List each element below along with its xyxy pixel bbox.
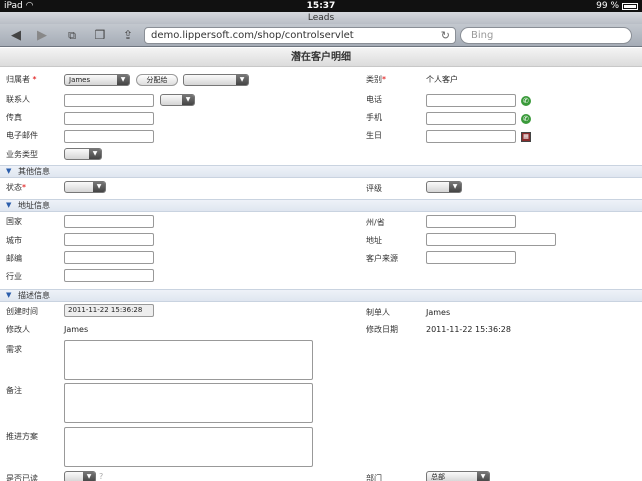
owner-label: 归属者 *: [6, 75, 37, 84]
clock: 15:37: [306, 1, 336, 11]
country-input[interactable]: [64, 215, 154, 228]
state-label: 州/省: [366, 218, 385, 227]
share-icon[interactable]: ⇪: [118, 27, 138, 44]
source-label: 客户来源: [366, 254, 398, 263]
tabs-icon[interactable]: ⧉: [62, 27, 82, 44]
section-other-info[interactable]: ▼ 其他信息: [0, 165, 642, 178]
plan-textarea[interactable]: [64, 427, 313, 467]
owner-select[interactable]: James ▼: [64, 74, 130, 86]
back-icon[interactable]: ◀: [6, 27, 26, 44]
industry-label: 行业: [6, 272, 22, 281]
chevron-down-icon: ▼: [236, 75, 248, 85]
mobile-label: 手机: [366, 113, 382, 122]
chevron-down-icon: ▼: [6, 201, 12, 209]
state-input[interactable]: [426, 215, 516, 228]
read-label: 是否已读: [6, 474, 38, 481]
section-address-info[interactable]: ▼ 地址信息: [0, 199, 642, 212]
city-input[interactable]: [64, 233, 154, 246]
chevron-down-icon: ▼: [6, 291, 12, 299]
help-icon[interactable]: ?: [99, 472, 103, 481]
address-input[interactable]: [426, 233, 556, 246]
rating-label: 评级: [366, 184, 382, 193]
dept-label: 部门: [366, 474, 382, 481]
modified-value: 2011-11-22 15:36:28: [426, 325, 511, 334]
contact-select[interactable]: ▼: [160, 94, 195, 106]
contact-label: 联系人: [6, 95, 30, 104]
contact-input[interactable]: [64, 94, 154, 107]
address-label: 地址: [366, 236, 382, 245]
phone-icon[interactable]: ✆: [521, 114, 531, 124]
created-input: 2011-11-22 15:36:28: [64, 304, 154, 317]
notes-label: 备注: [6, 386, 22, 395]
country-label: 国家: [6, 217, 22, 226]
lead-detail-form: 归属者 * James ▼ 分配给 ▼ 类别* 个人客户 联系人 ▼ 电话 ✆ 传…: [0, 67, 642, 481]
section-description[interactable]: ▼ 描述信息: [0, 289, 642, 302]
chevron-down-icon: ▼: [83, 472, 95, 481]
forward-icon[interactable]: ▶: [32, 27, 52, 44]
chevron-down-icon: ▼: [89, 149, 101, 159]
chevron-down-icon: ▼: [6, 167, 12, 175]
phone-icon[interactable]: ✆: [521, 96, 531, 106]
reload-icon[interactable]: ↻: [441, 28, 450, 43]
birthday-input[interactable]: [426, 130, 516, 143]
phone-input[interactable]: [426, 94, 516, 107]
birthday-label: 生日: [366, 131, 382, 140]
category-label: 类别*: [366, 75, 386, 84]
browser-title: Leads: [0, 12, 642, 24]
chevron-down-icon: ▼: [182, 95, 194, 105]
business-type-select[interactable]: ▼: [64, 148, 102, 160]
status-select[interactable]: ▼: [64, 181, 106, 193]
browser-toolbar: ◀ ▶ ⧉ ❒ ⇪ demo.lippersoft.com/shop/contr…: [0, 24, 642, 47]
page-title: 潜在客户明细: [0, 48, 642, 67]
created-label: 创建时间: [6, 307, 38, 316]
zip-label: 邮编: [6, 254, 22, 263]
zip-input[interactable]: [64, 251, 154, 264]
read-select[interactable]: ▼: [64, 471, 96, 481]
search-input[interactable]: Bing: [460, 27, 632, 44]
chevron-down-icon: ▼: [93, 182, 105, 192]
assign-button[interactable]: 分配给: [136, 74, 178, 86]
calendar-icon[interactable]: ▦: [521, 132, 531, 142]
plan-label: 推进方案: [6, 432, 38, 441]
email-label: 电子邮件: [6, 131, 38, 140]
mobile-input[interactable]: [426, 112, 516, 125]
fax-input[interactable]: [64, 112, 154, 125]
status-bar: iPad ◠ 15:37 99 %: [0, 0, 642, 12]
battery-icon: [622, 2, 638, 10]
creator-value: James: [426, 308, 451, 317]
chevron-down-icon: ▼: [117, 75, 129, 85]
fax-label: 传真: [6, 113, 22, 122]
status-label: 状态*: [6, 183, 26, 192]
chevron-down-icon: ▼: [477, 472, 489, 481]
assign-select[interactable]: ▼: [183, 74, 249, 86]
creator-label: 制单人: [366, 308, 390, 317]
rating-select[interactable]: ▼: [426, 181, 462, 193]
dept-select[interactable]: 总部 ▼: [426, 471, 490, 481]
city-label: 城市: [6, 236, 22, 245]
needs-textarea[interactable]: [64, 340, 313, 380]
url-field[interactable]: demo.lippersoft.com/shop/controlservlet ↻: [144, 27, 456, 44]
modified-label: 修改日期: [366, 325, 398, 334]
bookmarks-icon[interactable]: ❒: [90, 27, 110, 44]
modifier-label: 修改人: [6, 325, 30, 334]
needs-label: 需求: [6, 345, 22, 354]
battery: 99 %: [596, 0, 638, 12]
chevron-down-icon: ▼: [449, 182, 461, 192]
industry-input[interactable]: [64, 269, 154, 282]
category-value: 个人客户: [426, 75, 458, 84]
source-input[interactable]: [426, 251, 516, 264]
phone-label: 电话: [366, 95, 382, 104]
email-input[interactable]: [64, 130, 154, 143]
business-type-label: 业务类型: [6, 150, 38, 159]
notes-textarea[interactable]: [64, 383, 313, 423]
modifier-value: James: [64, 325, 89, 334]
